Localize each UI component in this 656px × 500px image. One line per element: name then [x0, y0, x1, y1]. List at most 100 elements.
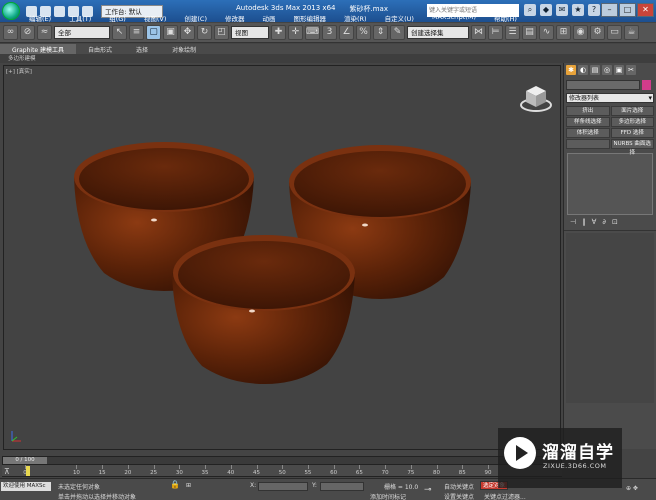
show-end-result-icon[interactable]: ‖ — [582, 218, 586, 226]
viewcube-icon[interactable] — [520, 83, 552, 113]
viewport-nav-icons[interactable]: ⊕ ✥ — [626, 485, 638, 492]
lock-selection-icon[interactable]: 🔒 — [170, 480, 180, 489]
object-name-row — [566, 80, 654, 90]
favorites-icon[interactable]: ★ — [572, 4, 584, 16]
close-icon[interactable]: ✕ — [637, 3, 654, 17]
menu-item[interactable]: 图形编辑器 — [285, 13, 336, 23]
render-setup-icon[interactable]: ⚙ — [590, 25, 605, 40]
unlink-icon[interactable]: ⊘ — [20, 25, 35, 40]
curve-editor-icon[interactable]: ∿ — [539, 25, 554, 40]
spinner-snap-icon[interactable]: ⇕ — [373, 25, 388, 40]
modifier-set-button[interactable]: 样条线选择 — [566, 117, 610, 127]
modifier-set-button[interactable]: 面片选择 — [610, 106, 654, 116]
motion-tab-icon[interactable]: ◎ — [602, 65, 612, 75]
menu-item[interactable]: 编辑(E) — [20, 13, 60, 23]
display-tab-icon[interactable]: ▣ — [614, 65, 624, 75]
key-mode-icon[interactable]: ⊸ — [424, 485, 432, 495]
time-slider[interactable]: 0 / 100 — [2, 456, 562, 465]
menu-item[interactable]: 修改器 — [216, 13, 254, 23]
menu-item[interactable]: 动画 — [254, 13, 285, 23]
minimize-icon[interactable]: – — [601, 3, 618, 17]
link-icon[interactable]: ∞ — [3, 25, 18, 40]
key-filters-button[interactable]: 关键点过滤器... — [484, 492, 526, 500]
modifier-stack[interactable] — [567, 153, 653, 215]
bind-spacewarp-icon[interactable]: ≈ — [37, 25, 52, 40]
render-production-icon[interactable]: ☕ — [624, 25, 639, 40]
menu-item[interactable]: 创建(C) — [175, 13, 216, 23]
make-unique-icon[interactable]: ∀ — [592, 218, 597, 226]
material-editor-icon[interactable]: ◉ — [573, 25, 588, 40]
communication-icon[interactable]: ✉ — [556, 4, 568, 16]
pivot-center-icon[interactable]: ✚ — [271, 25, 286, 40]
hierarchy-tab-icon[interactable]: ▤ — [590, 65, 600, 75]
app-logo-icon[interactable] — [2, 2, 20, 20]
frame-tick — [179, 465, 181, 469]
edit-named-selection-icon[interactable]: ✎ — [390, 25, 405, 40]
window-crossing-icon[interactable]: ▣ — [163, 25, 178, 40]
menu-item[interactable]: 视图(V) — [135, 13, 176, 23]
modifier-set-button[interactable]: 体积选择 — [566, 128, 610, 138]
menu-item[interactable]: MAXScript(M) — [423, 13, 485, 23]
maxscript-listener[interactable]: 欢迎使用 MAXSc — [1, 482, 51, 491]
modifier-set-button[interactable]: 多边形选择 — [610, 117, 654, 127]
bowl-front[interactable] — [172, 235, 355, 384]
transform-mode-icon[interactable]: ⊞ — [186, 482, 191, 489]
set-key-button[interactable]: 设置关键点 — [444, 492, 474, 500]
select-rotate-icon[interactable]: ↻ — [197, 25, 212, 40]
configure-sets-icon[interactable]: ⊡ — [612, 218, 618, 226]
selection-filter-dropdown[interactable]: 全部 — [54, 26, 110, 39]
time-slider-thumb[interactable]: 0 / 100 — [3, 457, 47, 464]
menu-item[interactable]: 帮助(H) — [485, 13, 526, 23]
select-manipulate-icon[interactable]: ✛ — [288, 25, 303, 40]
object-color-swatch[interactable] — [642, 80, 651, 90]
menu-item[interactable]: 组(G) — [100, 13, 135, 23]
reference-coord-dropdown[interactable]: 视图 — [231, 26, 269, 39]
add-time-tag[interactable]: 添加时间标记 — [370, 492, 406, 500]
x-coord-field[interactable] — [258, 482, 308, 491]
rect-selection-icon[interactable]: ▢ — [146, 25, 161, 40]
auto-key-button[interactable]: 自动关键点 — [444, 482, 474, 491]
select-scale-icon[interactable]: ◰ — [214, 25, 229, 40]
snap-toggle-icon[interactable]: 3 — [322, 25, 337, 40]
angle-snap-icon[interactable]: ∠ — [339, 25, 354, 40]
track-bar[interactable]: 0 10 15 20 25 30 35 40 45 50 55 60 65 70 75 80 85 90 — [2, 465, 562, 477]
schematic-view-icon[interactable]: ⊞ — [556, 25, 571, 40]
modifier-set-button[interactable] — [566, 139, 610, 149]
layer-manager-icon[interactable]: ☰ — [505, 25, 520, 40]
select-object-icon[interactable]: ↖ — [112, 25, 127, 40]
modify-tab-icon[interactable]: ◐ — [578, 65, 588, 75]
ribbon-sub-label[interactable]: 多边形建模 — [8, 56, 36, 62]
utilities-tab-icon[interactable]: ✂ — [626, 65, 636, 75]
y-coord-field[interactable] — [320, 482, 364, 491]
menu-item[interactable]: 渲染(R) — [335, 13, 376, 23]
menu-item[interactable]: 自定义(U) — [376, 13, 423, 23]
key-icon[interactable]: ⊼ — [4, 467, 10, 476]
named-selection-dropdown[interactable]: 创建选择集 — [407, 26, 469, 39]
create-tab-icon[interactable]: ✱ — [566, 65, 576, 75]
ribbon-tab[interactable]: 自由形式 — [76, 44, 124, 54]
modifier-set-button[interactable]: NURBS 曲面选择 — [610, 139, 654, 156]
remove-modifier-icon[interactable]: ∂ — [602, 218, 606, 226]
align-icon[interactable]: ⊨ — [488, 25, 503, 40]
ribbon-tab[interactable]: 对象绘制 — [160, 44, 208, 54]
mirror-icon[interactable]: ⋈ — [471, 25, 486, 40]
current-frame-marker[interactable] — [26, 466, 30, 476]
modifier-list-dropdown[interactable]: 修改器列表 — [566, 93, 654, 103]
ribbon-tab[interactable]: 选择 — [124, 44, 160, 54]
perspective-viewport[interactable]: [+] [真实] — [3, 65, 561, 450]
menu-item[interactable]: 工具(T) — [60, 13, 100, 23]
help-icon[interactable]: ? — [588, 4, 600, 16]
rendered-frame-icon[interactable]: ▭ — [607, 25, 622, 40]
ribbon-tab[interactable]: Graphite 建模工具 — [0, 44, 77, 54]
keyboard-shortcut-icon[interactable]: ⌨ — [305, 25, 320, 40]
maximize-icon[interactable]: □ — [619, 3, 636, 17]
modifier-set-button[interactable]: 挤出 — [566, 106, 610, 116]
subscription-icon[interactable]: ◆ — [540, 4, 552, 16]
select-move-icon[interactable]: ✥ — [180, 25, 195, 40]
select-by-name-icon[interactable]: ≡ — [129, 25, 144, 40]
pin-stack-icon[interactable]: ⊣ — [570, 218, 576, 226]
graphite-toggle-icon[interactable]: ▤ — [522, 25, 537, 40]
object-name-input[interactable] — [566, 80, 640, 90]
percent-snap-icon[interactable]: % — [356, 25, 371, 40]
modifier-set-button[interactable]: FFD 选择 — [610, 128, 654, 138]
